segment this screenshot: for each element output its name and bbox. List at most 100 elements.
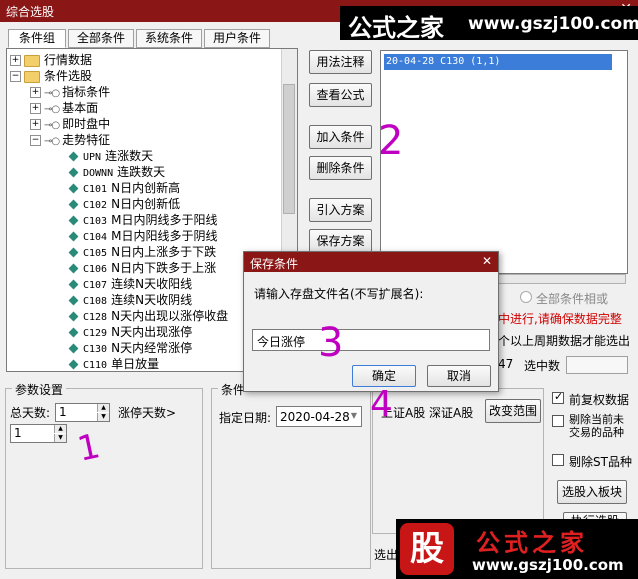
all-or-label: 全部条件相或 bbox=[536, 292, 609, 306]
expand-toggle-icon[interactable]: + bbox=[30, 119, 41, 130]
close-icon[interactable]: ✕ bbox=[482, 254, 492, 268]
condition-name: N日内上涨多于下跌 bbox=[111, 245, 217, 259]
import-plan-button[interactable]: 引入方案 bbox=[309, 198, 372, 222]
result-item-selected[interactable]: 20-04-28 C130 (1,1) bbox=[384, 54, 612, 70]
select-out-label: 选出 bbox=[374, 548, 399, 562]
check-icon: ✓ bbox=[554, 390, 564, 403]
tree-leaf-11[interactable]: C129 N天内出现涨停 bbox=[68, 324, 193, 340]
tree-leaf-10[interactable]: C128 N天内出现以涨停收盘 bbox=[68, 308, 229, 324]
expand-toggle-icon[interactable]: + bbox=[30, 87, 41, 98]
pre-fq-checkbox[interactable]: ✓ bbox=[552, 390, 564, 404]
condition-name: 连续N天收阳线 bbox=[111, 277, 193, 291]
tree-subnode-3[interactable]: − ⊸○ 走势特征 bbox=[30, 132, 110, 148]
condition-name: N天内出现以涨停收盘 bbox=[111, 309, 229, 323]
logo-badge: 股 bbox=[400, 523, 454, 575]
tree-leaf-6[interactable]: C105 N日内上涨多于下跌 bbox=[68, 244, 217, 260]
condition-name: M日内阳线多于阴线 bbox=[111, 229, 218, 243]
tree-leaf-2[interactable]: C101 N日内创新高 bbox=[68, 180, 181, 196]
tree-leaf-12[interactable]: C130 N天内经常涨停 bbox=[68, 340, 192, 356]
annotation-2: 2 bbox=[378, 118, 404, 164]
tree-subnode-1[interactable]: + ⊸○ 基本面 bbox=[30, 100, 98, 116]
change-range-button[interactable]: 改变范围 bbox=[485, 399, 541, 423]
chevron-down-icon[interactable]: ▼ bbox=[351, 411, 357, 420]
tree-scrollbar-thumb[interactable] bbox=[283, 84, 295, 214]
tree-leaf-13[interactable]: C110 单日放量 bbox=[68, 356, 160, 372]
dialog-prompt: 请输入存盘文件名(不写扩展名): bbox=[254, 287, 424, 301]
tree-node-label: 基本面 bbox=[62, 101, 99, 115]
result-hscroll[interactable] bbox=[496, 274, 626, 284]
watermark-title: 公式之家 bbox=[348, 14, 444, 42]
tab-all-conditions[interactable]: 全部条件 bbox=[68, 29, 134, 48]
condition-icon bbox=[68, 295, 79, 306]
condition-icon bbox=[68, 199, 79, 210]
tree-leaf-5[interactable]: C104 M日内阳线多于阴线 bbox=[68, 228, 218, 244]
date-value[interactable]: 2020-04-28 bbox=[280, 410, 350, 424]
condition-code: C101 bbox=[83, 184, 108, 195]
limit-days-stepper[interactable]: 1 ▲ ▼ bbox=[10, 424, 67, 443]
spin-up-icon[interactable]: ▲ bbox=[97, 404, 109, 412]
tree-leaf-8[interactable]: C107 连续N天收阳线 bbox=[68, 276, 193, 292]
condition-name: 单日放量 bbox=[111, 357, 160, 371]
expand-toggle-icon[interactable]: + bbox=[10, 55, 21, 66]
tree-leaf-0[interactable]: UPN 连涨数天 bbox=[68, 148, 153, 164]
select-to-block-button[interactable]: 选股入板块 bbox=[557, 480, 627, 504]
condition-icon bbox=[68, 359, 79, 370]
usage-button[interactable]: 用法注释 bbox=[309, 50, 372, 74]
tree-node-label: 行情数据 bbox=[44, 53, 93, 67]
tree-node-label: 走势特征 bbox=[62, 133, 111, 147]
condition-name: 连续N天收阴线 bbox=[111, 293, 193, 307]
condition-name: 连跌数天 bbox=[117, 165, 166, 179]
expand-toggle-icon[interactable]: + bbox=[30, 103, 41, 114]
condition-icon bbox=[68, 151, 79, 162]
delete-condition-button[interactable]: 删除条件 bbox=[309, 156, 372, 180]
condition-name: M日内阴线多于阳线 bbox=[111, 213, 218, 227]
tree-leaf-9[interactable]: C108 连续N天收阴线 bbox=[68, 292, 193, 308]
condition-code: C104 bbox=[83, 232, 108, 243]
condition-name: N日内下跌多于上涨 bbox=[111, 261, 217, 275]
cancel-button[interactable]: 取消 bbox=[427, 365, 491, 387]
filename-value[interactable]: 今日涨停 bbox=[257, 333, 305, 350]
condition-name: N天内出现涨停 bbox=[111, 325, 193, 339]
all-or-radio[interactable] bbox=[520, 291, 532, 303]
total-days-stepper[interactable]: 1 ▲ ▼ bbox=[55, 403, 110, 422]
condition-name: N日内创新低 bbox=[111, 197, 181, 211]
tab-system-conditions[interactable]: 系统条件 bbox=[136, 29, 202, 48]
watermark-footer: 股 公式之家 www.gszj100.com bbox=[396, 519, 638, 579]
exclude-stop-checkbox[interactable] bbox=[552, 415, 564, 427]
count-value: 47 bbox=[498, 357, 514, 371]
spin-up-icon[interactable]: ▲ bbox=[54, 425, 66, 433]
params-legend: 参数设置 bbox=[12, 381, 67, 398]
exclude-st-checkbox[interactable] bbox=[552, 454, 564, 466]
tab-condition-group[interactable]: 条件组 bbox=[8, 29, 66, 48]
view-formula-button[interactable]: 查看公式 bbox=[309, 83, 372, 107]
save-condition-dialog: 保存条件 ✕ 请输入存盘文件名(不写扩展名): 今日涨停 确定 取消 bbox=[243, 251, 499, 392]
tree-subnode-0[interactable]: + ⊸○ 指标条件 bbox=[30, 84, 110, 100]
add-condition-button[interactable]: 加入条件 bbox=[309, 125, 372, 149]
save-plan-button[interactable]: 保存方案 bbox=[309, 229, 372, 253]
folder-icon bbox=[24, 54, 40, 67]
expand-toggle-icon[interactable]: − bbox=[10, 71, 21, 82]
condition-result-list[interactable]: 20-04-28 C130 (1,1) bbox=[380, 50, 628, 274]
tree-leaf-3[interactable]: C102 N日内创新低 bbox=[68, 196, 181, 212]
limit-days-value[interactable]: 1 bbox=[14, 426, 22, 440]
tree-node-1[interactable]: − 条件选股 bbox=[10, 68, 92, 84]
tree-subnode-2[interactable]: + ⊸○ 即时盘中 bbox=[30, 116, 110, 132]
condition-name: N日内创新高 bbox=[111, 181, 181, 195]
expand-toggle-icon[interactable]: − bbox=[30, 135, 41, 146]
condition-code: C105 bbox=[83, 248, 108, 259]
filename-input[interactable]: 今日涨停 bbox=[252, 329, 490, 351]
footer-title: 公式之家 bbox=[476, 529, 588, 557]
condition-code: C110 bbox=[83, 360, 108, 371]
condition-icon bbox=[68, 311, 79, 322]
date-picker[interactable]: 2020-04-28 ▼ bbox=[276, 406, 362, 427]
spin-down-icon[interactable]: ▼ bbox=[97, 413, 109, 421]
tree-leaf-4[interactable]: C103 M日内阴线多于阳线 bbox=[68, 212, 218, 228]
tab-user-conditions[interactable]: 用户条件 bbox=[204, 29, 270, 48]
tree-node-0[interactable]: + 行情数据 bbox=[10, 52, 92, 68]
exclude-stop-label: 剔除当前未交易的品种 bbox=[569, 413, 624, 439]
spin-down-icon[interactable]: ▼ bbox=[54, 434, 66, 442]
footer-url: www.gszj100.com bbox=[472, 556, 624, 574]
total-days-value[interactable]: 1 bbox=[59, 405, 67, 419]
tree-leaf-7[interactable]: C106 N日内下跌多于上涨 bbox=[68, 260, 217, 276]
tree-leaf-1[interactable]: DOWNN 连跌数天 bbox=[68, 164, 166, 180]
